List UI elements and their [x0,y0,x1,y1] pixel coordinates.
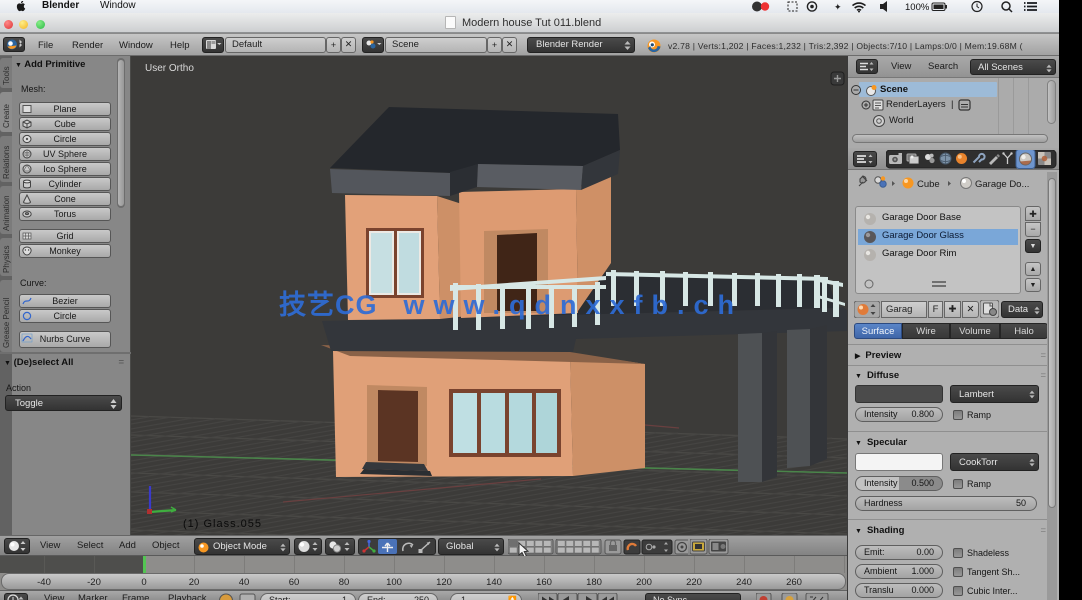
svg-text:20: 20 [189,577,200,588]
svg-text:60: 60 [289,577,300,588]
svg-text:Garage Do...: Garage Do... [975,179,1029,190]
svg-text:User Ortho: User Ortho [145,63,194,74]
svg-text:180: 180 [586,577,602,588]
svg-text:100%: 100% [905,2,930,13]
svg-text:120: 120 [436,577,452,588]
svg-text:✦: ✦ [834,2,842,12]
svg-text:200: 200 [636,577,652,588]
svg-text:240: 240 [736,577,752,588]
svg-text:-20: -20 [87,577,101,588]
svg-text:-40: -40 [37,577,51,588]
svg-text:160: 160 [536,577,552,588]
svg-text:260: 260 [786,577,802,588]
svg-text:Cube: Cube [917,179,940,190]
svg-text:80: 80 [339,577,350,588]
svg-text:220: 220 [686,577,702,588]
svg-text:0: 0 [141,577,146,588]
svg-text:40: 40 [239,577,250,588]
svg-text:(1) Glass.055: (1) Glass.055 [183,518,262,530]
svg-text:140: 140 [486,577,502,588]
svg-text:100: 100 [386,577,402,588]
